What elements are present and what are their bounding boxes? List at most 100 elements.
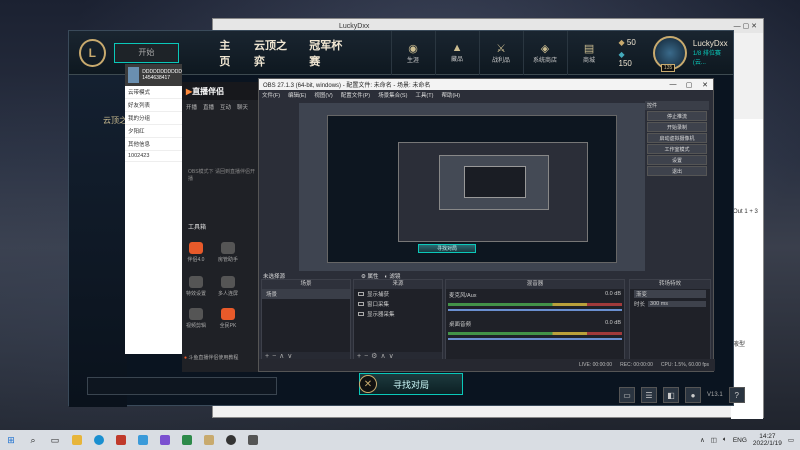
clock-time: 14:27: [759, 433, 776, 440]
nav-clash[interactable]: 冠军杯赛: [309, 37, 350, 69]
search-icon[interactable]: ⌕: [22, 430, 44, 450]
collection-button[interactable]: ▲ 藏品: [434, 30, 479, 75]
app-icon[interactable]: [176, 430, 198, 450]
explorer-icon[interactable]: [66, 430, 88, 450]
list-item[interactable]: 夕阳红: [125, 125, 182, 138]
studio-mode-button[interactable]: 工作室模式: [647, 144, 707, 154]
obs-statusbar: LIVE: 00:00:00 REC: 00:00:00 CPU: 1.5%, …: [259, 359, 715, 371]
rp-icon: ◆: [618, 49, 625, 59]
duration-field[interactable]: 时长 300 ms: [630, 299, 710, 309]
volume-slider[interactable]: [448, 338, 622, 340]
menu-profile[interactable]: 配置文件(P): [341, 91, 370, 99]
task-view-icon[interactable]: ▭: [44, 430, 66, 450]
list-item[interactable]: 我的分组: [125, 112, 182, 125]
lol-left-panel: 云顶之: [69, 75, 127, 407]
obs-window: OBS 27.1.3 (64-bit, windows) - 配置文件: 未命名…: [258, 78, 715, 372]
obs-titlebar[interactable]: OBS 27.1.3 (64-bit, windows) - 配置文件: 未命名…: [259, 79, 713, 90]
tool-video-edit[interactable]: 视频剪辑: [184, 308, 208, 329]
tool-multi-link[interactable]: 多人连屏: [216, 276, 240, 297]
list-item[interactable]: 1002423: [125, 151, 182, 162]
friends-icon[interactable]: ☰: [641, 387, 657, 403]
list-item[interactable]: 其他信息: [125, 138, 182, 151]
start-icon[interactable]: ⊞: [0, 430, 22, 450]
start-recording-button[interactable]: 开始录制: [647, 122, 707, 132]
mixer-header: 混音器: [446, 280, 624, 289]
volume-icon[interactable]: 🔈︎: [723, 436, 727, 444]
chat-mode[interactable]: 云带模式: [125, 86, 182, 99]
source-item[interactable]: 显示捕获: [354, 289, 442, 299]
clock[interactable]: 14:27 2022/1/19: [753, 433, 782, 447]
avatar[interactable]: [128, 67, 140, 83]
maximize-icon[interactable]: ▢: [681, 81, 697, 89]
player-status: 1/8 排位赛 (云...: [692, 51, 721, 66]
network-icon[interactable]: ◫: [711, 436, 717, 444]
loot-button[interactable]: ⚔ 战利品: [478, 30, 523, 75]
volume-slider[interactable]: [448, 309, 622, 311]
close-icon[interactable]: ✕: [697, 81, 713, 89]
companion-hint[interactable]: ● 斗鱼直播伴侣使用教程: [184, 354, 238, 361]
list-item[interactable]: 好友列表: [125, 99, 182, 112]
tool-companion[interactable]: 伴侣4.0: [184, 242, 208, 263]
menu-edit[interactable]: 编辑(E): [288, 91, 306, 99]
input-language[interactable]: ENG: [733, 437, 747, 444]
avatar[interactable]: 135: [652, 35, 687, 72]
store-button[interactable]: ◈ 系统商店: [522, 30, 567, 75]
exit-button[interactable]: 退出: [647, 166, 707, 176]
tool-pk[interactable]: 全民PK: [216, 308, 240, 329]
app-icon[interactable]: [132, 430, 154, 450]
app-icon[interactable]: [110, 430, 132, 450]
mic-icon[interactable]: ●: [685, 387, 701, 403]
lol-taskbar-icon[interactable]: [198, 430, 220, 450]
tab-interact[interactable]: 互动: [220, 103, 231, 111]
window-controls-icon[interactable]: — ▢ ✕: [734, 22, 757, 30]
mission-icon[interactable]: ◧: [663, 387, 679, 403]
menu-scene-collection[interactable]: 场景集合(S): [378, 91, 407, 99]
window-controls: — ▢ ✕: [665, 81, 713, 89]
controls-header: 控件: [645, 101, 709, 110]
profile-button[interactable]: ◉ 生涯: [390, 30, 435, 75]
monitor-icon: [358, 292, 364, 296]
chat-icon[interactable]: ▭: [619, 387, 635, 403]
play-button[interactable]: 开始: [113, 42, 180, 63]
mixer-channel-name: 桌面音频: [449, 322, 472, 328]
preview-nested-capture: [464, 166, 526, 198]
chat-id: 1454638417: [142, 75, 171, 81]
help-icon[interactable]: ?: [728, 387, 745, 403]
nav-tft[interactable]: 云顶之弈: [254, 37, 295, 69]
app-icon[interactable]: [242, 430, 264, 450]
tab-live[interactable]: 直播: [203, 103, 214, 111]
nav-home[interactable]: 主页: [219, 37, 240, 69]
tool-effects[interactable]: 特效设置: [184, 276, 208, 297]
level-badge: 135: [660, 63, 676, 72]
tab-chat[interactable]: 聊天: [237, 103, 248, 111]
menu-tools[interactable]: 工具(T): [415, 91, 433, 99]
scenes-header: 场景: [262, 280, 350, 289]
source-item[interactable]: 显示器采集: [354, 309, 442, 319]
sources-dock: 来源 显示捕获 窗口采集 显示器采集 +−⚙∧∨: [353, 279, 443, 363]
minimize-icon[interactable]: —: [665, 81, 681, 89]
tool-room-manager[interactable]: 房管助手: [216, 242, 240, 263]
lol-logo-icon[interactable]: L: [79, 38, 106, 67]
menu-help[interactable]: 帮助(H): [441, 91, 460, 99]
chevron-up-icon[interactable]: ∧: [700, 436, 705, 444]
close-icon[interactable]: ✕: [359, 375, 377, 393]
live-time: LIVE: 00:00:00: [579, 362, 613, 368]
settings-button[interactable]: 设置: [647, 155, 707, 165]
obs-preview[interactable]: 寻找对局: [299, 103, 645, 271]
edge-icon[interactable]: [88, 430, 110, 450]
tab-start[interactable]: 开播: [186, 103, 197, 111]
app-icon[interactable]: [154, 430, 176, 450]
transition-select[interactable]: 渐变: [630, 289, 710, 299]
shop-button[interactable]: ▤ 商城: [566, 30, 611, 75]
virtual-camera-button[interactable]: 启动虚拟摄像机: [647, 133, 707, 143]
stop-stream-button[interactable]: 停止推流: [647, 111, 707, 121]
mixer-dock: 混音器 麦克风/Aux 0.0 dB 桌面音频 0.0 dB: [445, 279, 625, 363]
source-item[interactable]: 窗口采集: [354, 299, 442, 309]
room-manager-icon: [221, 242, 235, 254]
chat-input[interactable]: [87, 377, 277, 395]
obs-taskbar-icon[interactable]: [220, 430, 242, 450]
menu-file[interactable]: 文件(F): [262, 91, 280, 99]
scene-item[interactable]: 场景: [262, 289, 350, 299]
menu-view[interactable]: 视图(V): [314, 91, 332, 99]
notification-icon[interactable]: ▭: [788, 436, 794, 444]
